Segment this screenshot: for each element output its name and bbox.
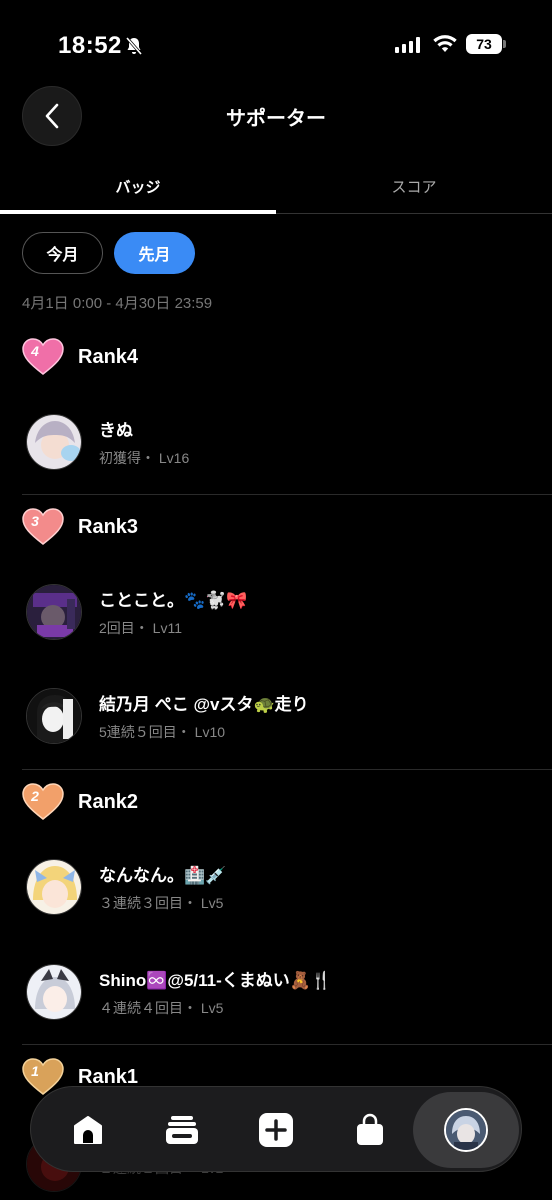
battery-cap [503, 40, 506, 48]
rank-header: 4 Rank4 [22, 337, 138, 377]
supporter-row[interactable]: なんなん。🏥💉 ３連続３回目・ Lv5 [26, 859, 226, 915]
profile-avatar [444, 1108, 488, 1152]
wifi-icon [433, 35, 457, 52]
date-range: 4月1日 0:00 - 4月30日 23:59 [22, 295, 213, 312]
bag-icon [357, 1113, 383, 1145]
this-month-chip[interactable]: 今月 [22, 232, 103, 274]
last-month-chip[interactable]: 先月 [114, 232, 195, 274]
supporter-name: きぬ [99, 421, 133, 440]
supporter-detail: ３連続３回目・ Lv5 [99, 895, 224, 911]
supporter-row[interactable]: 結乃月 ぺこ @vスタ🐢走り 5連続５回目・ Lv10 [26, 688, 309, 744]
nav-create[interactable] [251, 1105, 301, 1155]
rank-divider [22, 769, 552, 770]
heart-badge-icon: 2 [22, 783, 64, 821]
rank-number: 1 [31, 1063, 39, 1079]
avatar [26, 584, 82, 640]
battery-indicator: 73 [466, 34, 502, 54]
rank-header: 3 Rank3 [22, 507, 138, 547]
home-icon [74, 1116, 102, 1144]
rank-number: 3 [31, 513, 39, 529]
heart-badge-icon: 4 [22, 338, 64, 376]
page-title: サポーター [226, 108, 326, 130]
supporter-name: なんなん。🏥💉 [99, 866, 227, 885]
rank-number: 2 [31, 788, 39, 804]
heart-badge-icon: 3 [22, 508, 64, 546]
avatar [26, 414, 82, 470]
tab-score[interactable]: スコア [276, 176, 552, 197]
nav-shop[interactable] [345, 1105, 395, 1155]
supporter-row[interactable]: Shino♾️@5/11-くまぬい🧸🍴 ４連続４回目・ Lv5 [26, 964, 332, 1020]
bell-muted-icon [125, 37, 143, 55]
rank-label: Rank4 [78, 345, 139, 368]
avatar [26, 859, 82, 915]
nav-profile[interactable] [413, 1092, 519, 1168]
bottom-navigation [30, 1086, 522, 1172]
status-time: 18:52 [58, 32, 122, 59]
cards-icon [166, 1116, 198, 1144]
nav-cards[interactable] [157, 1105, 207, 1155]
supporter-row[interactable]: ことこと。🐾🐩🎀 2回目・ Lv11 [26, 584, 248, 640]
status-bar: 18:52 73 [0, 0, 552, 90]
supporter-row[interactable]: きぬ 初獲得・ Lv16 [26, 414, 189, 470]
signal-icon [395, 37, 420, 53]
supporter-detail: 初獲得・ Lv16 [99, 450, 190, 466]
tab-badge[interactable]: バッジ [0, 176, 276, 197]
supporter-detail: ４連続４回目・ Lv5 [99, 1000, 224, 1016]
nav-home[interactable] [63, 1105, 113, 1155]
rank-number: 4 [31, 343, 39, 359]
avatar [26, 688, 82, 744]
supporter-detail: 2回目・ Lv11 [99, 620, 182, 636]
avatar [26, 964, 82, 1020]
supporter-name: 結乃月 ぺこ @vスタ🐢走り [99, 695, 309, 714]
rank-header: 2 Rank2 [22, 782, 138, 822]
rank-divider [22, 1044, 552, 1045]
supporter-detail: 5連続５回目・ Lv10 [99, 724, 226, 740]
plus-icon [259, 1113, 293, 1147]
supporter-name: ことこと。🐾🐩🎀 [99, 591, 248, 610]
supporter-name: Shino♾️@5/11-くまぬい🧸🍴 [99, 971, 333, 990]
rank-divider [22, 494, 552, 495]
rank-label: Rank2 [78, 790, 139, 813]
rank-label: Rank3 [78, 515, 139, 538]
tab-active-indicator [0, 210, 276, 214]
